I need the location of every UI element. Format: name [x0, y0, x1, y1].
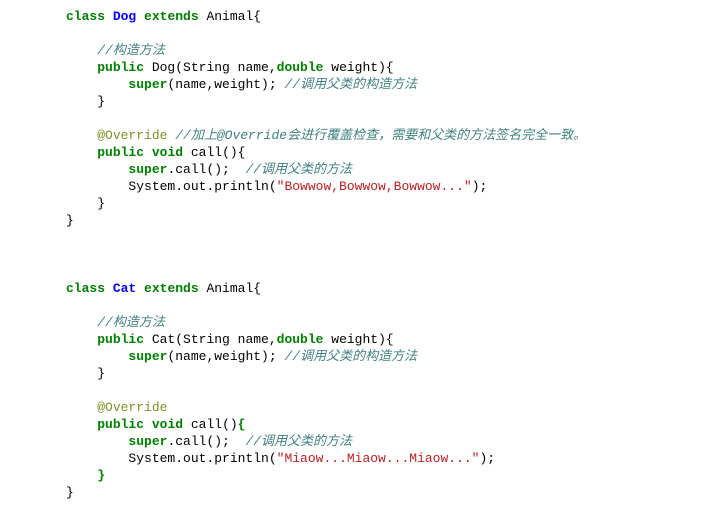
- code-token: //调用父类的构造方法: [284, 77, 417, 92]
- code-token: //调用父类的方法: [245, 434, 352, 449]
- code-token: "Bowwow,Bowwow,Bowwow...": [277, 179, 472, 194]
- code-token: public: [97, 332, 144, 347]
- code-token: }: [97, 468, 105, 483]
- code-token: {: [238, 417, 246, 432]
- code-token: super: [128, 77, 167, 92]
- code-token: double: [277, 60, 324, 75]
- code-token: void: [152, 145, 183, 160]
- code-token: super: [128, 434, 167, 449]
- code-token: super: [128, 162, 167, 177]
- code-token: super: [128, 349, 167, 364]
- code-token: @Override: [97, 128, 167, 143]
- code-token: //构造方法: [97, 315, 165, 330]
- code-token: //构造方法: [97, 43, 165, 58]
- code-token: public: [97, 60, 144, 75]
- code-token: double: [277, 332, 324, 347]
- code-token: Dog: [113, 9, 136, 24]
- code-token: class: [66, 281, 105, 296]
- code-token: "Miaow...Miaow...Miaow...": [277, 451, 480, 466]
- code-token: @Override: [97, 400, 167, 415]
- code-token: class: [66, 9, 105, 24]
- code-token: //加上@Override会进行覆盖检查，需要和父类的方法签名完全一致。: [175, 128, 586, 143]
- code-token: public: [97, 145, 144, 160]
- code-token: //调用父类的构造方法: [284, 349, 417, 364]
- code-block: class Dog extends Animal{ //构造方法 public …: [0, 0, 728, 509]
- code-token: //调用父类的方法: [245, 162, 352, 177]
- code-token: Cat: [113, 281, 136, 296]
- code-token: public: [97, 417, 144, 432]
- code-token: void: [152, 417, 183, 432]
- code-token: extends: [144, 281, 199, 296]
- code-token: extends: [144, 9, 199, 24]
